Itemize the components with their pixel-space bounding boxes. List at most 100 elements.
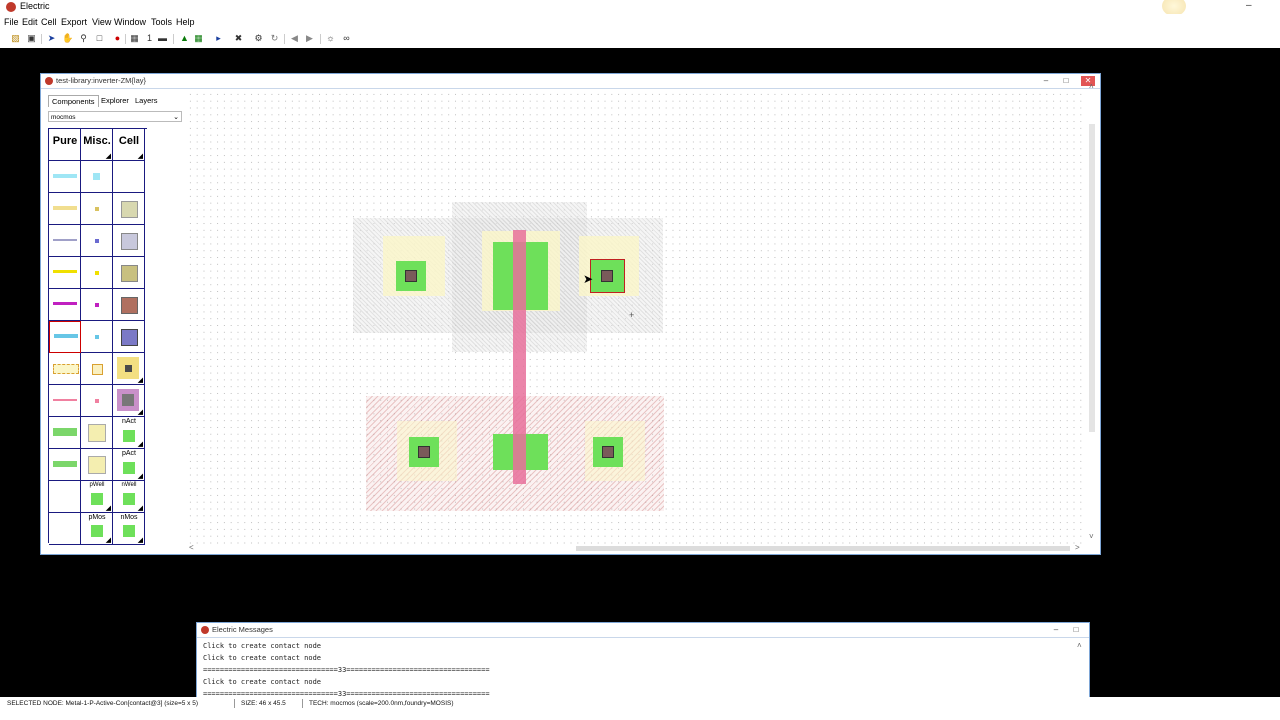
messages-window: Electric Messages – □ Click to create co… <box>196 622 1090 702</box>
palette-node-pmos[interactable]: pMos ◢ <box>81 513 113 545</box>
palette-misc-header[interactable]: Misc. ◢ <box>81 129 113 161</box>
layout-window: test-library:inverter-ZM{lay} – □ ✕ Comp… <box>40 73 1101 555</box>
layout-canvas[interactable]: ➤ + <box>187 91 1087 546</box>
palette-pin-pactive[interactable] <box>81 449 113 481</box>
maximize-button[interactable]: □ <box>1059 76 1073 86</box>
palette-pin-metal1[interactable] <box>81 321 113 353</box>
palette-pin-select[interactable] <box>81 193 113 225</box>
menu-window[interactable]: Window <box>114 17 146 27</box>
menu-edit[interactable]: Edit <box>22 17 38 27</box>
tab-layers[interactable]: Layers <box>132 95 161 106</box>
message-line: Click to create contact node <box>203 642 322 650</box>
toggle-icon[interactable]: ▲ <box>179 33 190 44</box>
record-icon[interactable]: ● <box>112 33 123 44</box>
palette-arc-magenta[interactable] <box>49 289 81 321</box>
palette-pin-magenta[interactable] <box>81 289 113 321</box>
pactive-contact-left[interactable] <box>396 261 426 291</box>
poly-gate[interactable] <box>513 230 526 484</box>
palette-node-nwell[interactable]: nWell ◢ <box>113 481 145 513</box>
palette-node-pact[interactable]: pAct ◢ <box>113 449 145 481</box>
palette-pin-pink[interactable] <box>81 385 113 417</box>
palette-empty-3[interactable] <box>49 513 81 545</box>
undo-icon[interactable]: ↻ <box>269 33 280 44</box>
tool-icon[interactable]: ✖ <box>233 33 244 44</box>
node-palette: Pure Misc. ◢ Cell ◢ ◢ ◢ nAct ◢ pAct ◢ pW… <box>48 128 147 545</box>
forward-icon[interactable]: ▶ <box>304 33 315 44</box>
menu-cell[interactable]: Cell <box>41 17 57 27</box>
vertical-scrollbar[interactable] <box>1089 124 1095 432</box>
toolbar-text-one[interactable]: 1 <box>144 33 155 44</box>
palette-arc-metal1-selected[interactable] <box>49 321 81 353</box>
palette-node-nmos[interactable]: nMos ◢ <box>113 513 145 545</box>
message-line: Click to create contact node <box>203 654 322 662</box>
scroll-down-icon[interactable]: ˅ <box>1089 532 1094 541</box>
palette-node-brown[interactable] <box>113 289 145 321</box>
nactive-contact-left[interactable] <box>409 437 439 467</box>
palette-node-hatched[interactable]: ◢ <box>113 353 145 385</box>
menu-export[interactable]: Export <box>61 17 87 27</box>
palette-arc-hatched[interactable] <box>49 353 81 385</box>
palette-arc-pactive[interactable] <box>49 449 81 481</box>
measure-icon[interactable]: ▬ <box>157 33 168 44</box>
palette-pin-metal2[interactable] <box>81 225 113 257</box>
palette-cell-header[interactable]: Cell ◢ <box>113 129 145 161</box>
palette-arc-select[interactable] <box>49 193 81 225</box>
open-icon[interactable]: ▧ <box>10 33 21 44</box>
palette-arc-nactive[interactable] <box>49 417 81 449</box>
horizontal-scrollbar[interactable] <box>576 546 1070 551</box>
palette-node-yellow[interactable] <box>113 257 145 289</box>
palette-node-pwell[interactable]: pWell ◢ <box>81 481 113 513</box>
scroll-left-icon[interactable]: ˂ <box>189 543 194 552</box>
message-line: Click to create contact node <box>203 678 322 686</box>
layout-icon[interactable]: ▦ <box>193 33 204 44</box>
minimize-icon[interactable]: – <box>1246 0 1252 11</box>
menu-file[interactable]: File <box>4 17 19 27</box>
back-icon[interactable]: ◀ <box>289 33 300 44</box>
crosshair-icon: + <box>629 310 635 320</box>
palette-node-metal2[interactable] <box>113 225 145 257</box>
scroll-up-icon[interactable]: ˄ <box>1077 641 1082 650</box>
message-line: ================================33======… <box>203 666 490 674</box>
palette-pin-cyan[interactable] <box>81 161 113 193</box>
palette-node-select[interactable] <box>113 193 145 225</box>
menu-help[interactable]: Help <box>176 17 195 27</box>
menu-view[interactable]: View <box>92 17 111 27</box>
zoom-fit-icon[interactable]: □ <box>94 33 105 44</box>
zoom-icon[interactable]: ⚲ <box>78 33 89 44</box>
maximize-button[interactable]: □ <box>1069 625 1083 635</box>
palette-arc-yellow[interactable] <box>49 257 81 289</box>
pactive-contact-right-selected[interactable] <box>590 259 625 293</box>
palette-pin-hatched[interactable] <box>81 353 113 385</box>
palette-empty-1[interactable] <box>113 161 145 193</box>
view-icon[interactable]: ☼ <box>325 33 336 44</box>
link-icon[interactable]: ∞ <box>341 33 352 44</box>
settings-icon[interactable]: ⚙ <box>253 33 264 44</box>
palette-pure-header[interactable]: Pure <box>49 129 81 161</box>
palette-arc-pink[interactable] <box>49 385 81 417</box>
nactive-contact-right[interactable] <box>593 437 623 467</box>
minimize-button[interactable]: – <box>1039 76 1053 86</box>
palette-node-nact[interactable]: nAct ◢ <box>113 417 145 449</box>
palette-arc-metal-cyan[interactable] <box>49 161 81 193</box>
scroll-up-icon[interactable]: ˄ <box>1089 82 1094 91</box>
status-selected-node: SELECTED NODE: Metal-1-P-Active-Con[cont… <box>7 700 199 707</box>
save-icon[interactable]: ▣ <box>26 33 37 44</box>
tab-components[interactable]: Components <box>48 95 99 107</box>
technology-select[interactable]: mocmos ⌄ <box>48 111 182 122</box>
window-icon <box>45 77 53 85</box>
messages-titlebar: Electric Messages – □ <box>197 623 1089 638</box>
grid-icon[interactable]: ▦ <box>129 33 140 44</box>
palette-pin-nactive[interactable] <box>81 417 113 449</box>
palette-node-metal1[interactable] <box>113 321 145 353</box>
menu-tools[interactable]: Tools <box>151 17 172 27</box>
palette-empty-2[interactable] <box>49 481 81 513</box>
scroll-right-icon[interactable]: ˃ <box>1075 543 1080 552</box>
palette-pin-yellow[interactable] <box>81 257 113 289</box>
tab-explorer[interactable]: Explorer <box>98 95 132 106</box>
select-icon[interactable]: ➤ <box>46 33 57 44</box>
palette-node-pink[interactable]: ◢ <box>113 385 145 417</box>
minimize-button[interactable]: – <box>1049 625 1063 635</box>
palette-arc-metal2[interactable] <box>49 225 81 257</box>
pan-icon[interactable]: ✋ <box>62 33 73 44</box>
select-mode-icon[interactable]: ▸ <box>213 33 224 44</box>
